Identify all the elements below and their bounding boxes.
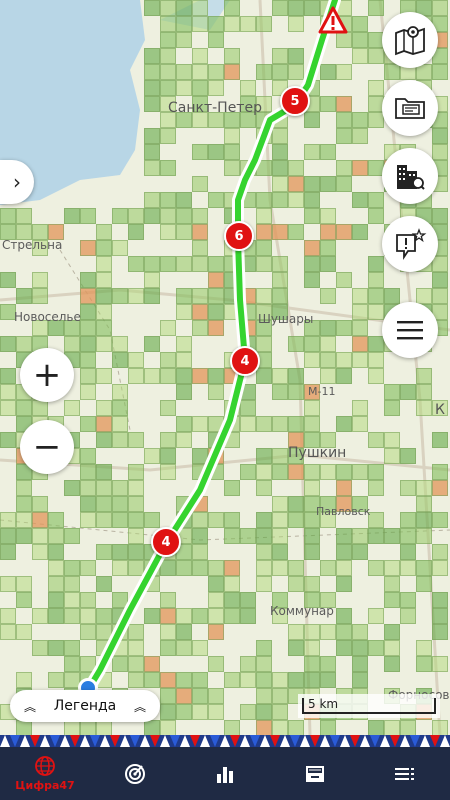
scale-bar: 5 km (298, 694, 440, 718)
place-shushary: Шушары (258, 312, 314, 326)
globe-icon (35, 756, 55, 776)
incident-marker[interactable]: 6 (224, 221, 254, 251)
incident-marker[interactable]: 4 (151, 527, 181, 557)
place-kommunar: Коммунар (270, 604, 334, 618)
map-icon (395, 26, 425, 56)
bar-chart-icon (217, 766, 233, 783)
map-layers-button[interactable] (382, 12, 438, 68)
zoom-in-button[interactable]: + (20, 348, 74, 402)
legend-label: Легенда (53, 698, 117, 714)
folder-chat-icon (395, 98, 425, 119)
place-novoselye: Новоселье (14, 310, 81, 324)
buildings-search-button[interactable] (382, 148, 438, 204)
nav-item-stats[interactable] (180, 747, 270, 800)
reports-button[interactable] (382, 80, 438, 136)
nav-item-inbox[interactable] (270, 747, 360, 800)
zoom-out-button[interactable]: − (20, 420, 74, 474)
place-k: К (435, 402, 445, 418)
decorative-stripe (0, 735, 450, 747)
nav-item-radar[interactable] (90, 747, 180, 800)
buildings-search-icon (397, 165, 425, 190)
nav-item-list[interactable] (360, 747, 450, 800)
place-pushkin: Пушкин (288, 445, 347, 461)
scale-label: 5 km (308, 697, 339, 711)
menu-button[interactable] (382, 302, 438, 358)
incident-marker[interactable]: 4 (230, 346, 260, 376)
chevron-up-icon: ︽ (24, 699, 37, 714)
hamburger-icon (397, 321, 423, 340)
list-icon (395, 767, 414, 780)
chevron-up-icon: ︽ (133, 699, 146, 714)
bottom-navigation: Цифра47 (0, 747, 450, 800)
road-m11: М-11 (308, 385, 336, 398)
legend-button[interactable]: ︽ Легенда ︽ (10, 690, 160, 722)
inbox-icon (306, 765, 324, 782)
incident-marker[interactable]: 5 (280, 86, 310, 116)
warning-triangle-icon[interactable] (318, 6, 348, 34)
favorites-button[interactable] (382, 216, 438, 272)
radar-icon (125, 763, 145, 784)
place-pavlovsk: Павловск (316, 505, 371, 518)
nav-label: Цифра47 (15, 779, 75, 792)
place-strelna: Стрельна (2, 238, 63, 252)
place-saint-petersburg: Санкт-Петер (168, 100, 262, 116)
nav-item-cifra47[interactable]: Цифра47 (0, 747, 90, 800)
location-star-icon (396, 228, 427, 260)
